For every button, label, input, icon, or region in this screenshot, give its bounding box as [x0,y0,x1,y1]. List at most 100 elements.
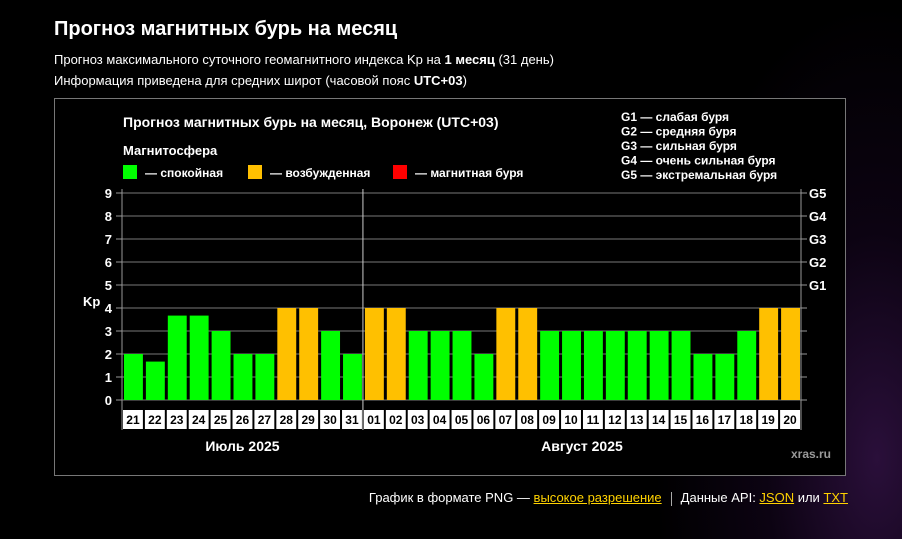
bar-02 [386,308,406,400]
legend-label-0: — спокойная [145,166,223,180]
subtitle-timezone-text: Информация приведена для средних широт (… [54,73,414,88]
y-tick-7: 7 [105,232,112,247]
y-tick-0: 0 [105,393,112,408]
x-label-21: 21 [126,413,140,427]
y-tick-2: 2 [105,347,112,362]
x-label-25: 25 [214,413,228,427]
bar-10 [562,331,581,400]
bar-08 [518,308,538,400]
footer-png-text: График в формате PNG — [368,490,534,505]
x-label-11: 11 [587,413,600,427]
bar-28 [277,308,297,400]
x-label-23: 23 [170,413,184,427]
x-label-10: 10 [564,413,578,427]
x-label-07: 07 [499,413,513,427]
x-label-26: 26 [236,413,250,427]
legend-label-2: — магнитная буря [415,166,523,180]
hires-link[interactable]: высокое разрешение [534,490,662,505]
y-tick-9: 9 [105,186,112,201]
footer-or-text: или [794,490,824,505]
legend-swatch-2 [393,165,407,179]
bar-09 [540,331,560,400]
bar-07 [496,308,516,400]
x-label-16: 16 [696,413,710,427]
bar-17 [715,354,735,400]
bar-24 [189,315,209,400]
x-label-22: 22 [148,413,162,427]
bar-11 [583,331,603,400]
storm-tick-G1: G1 [809,278,826,293]
bar-31 [343,354,362,400]
watermark: xras.ru [791,447,831,461]
footer-separator [670,491,672,506]
bar-18 [737,331,757,400]
bar-27 [255,354,275,400]
x-label-27: 27 [258,413,272,427]
legend-label-1: — возбужденная [270,166,370,180]
bar-14 [649,331,669,400]
chart-frame: Прогноз магнитных бурь на месяц, Воронеж… [54,98,846,476]
month-label-0: Июль 2025 [205,438,279,454]
bar-26 [233,354,253,400]
bar-23 [167,315,187,400]
storm-tick-G2: G2 [809,255,826,270]
storm-scale-item-0: G1 — слабая буря [621,110,729,124]
x-label-14: 14 [652,413,666,427]
footer: График в формате PNG — высокое разрешени… [369,490,848,506]
subtitle-forecast: Прогноз максимального суточного геомагни… [54,52,554,67]
y-axis-label: Kp [83,294,100,309]
bar-16 [693,354,713,400]
x-label-03: 03 [411,413,425,427]
x-label-09: 09 [542,413,556,427]
x-label-29: 29 [301,413,315,427]
chart-title: Прогноз магнитных бурь на месяц, Воронеж… [123,114,499,130]
footer-api-label: Данные API: [680,490,760,505]
x-label-31: 31 [345,413,359,427]
x-label-01: 01 [367,413,381,427]
x-label-20: 20 [783,413,797,427]
storm-scale-item-1: G2 — средняя буря [621,125,737,139]
bar-22 [145,361,165,400]
kp-forecast-chart: Прогноз магнитных бурь на месяц, Воронеж… [55,99,845,475]
y-tick-4: 4 [105,301,113,316]
subtitle-timezone-close: ) [462,73,467,88]
subtitle-forecast-days: (31 день) [494,52,554,67]
bar-06 [474,354,494,400]
json-link[interactable]: JSON [759,490,794,505]
x-label-30: 30 [323,413,337,427]
bar-03 [408,331,428,400]
txt-link[interactable]: TXT [823,490,848,505]
y-tick-8: 8 [105,209,112,224]
x-label-04: 04 [433,413,447,427]
bar-29 [299,308,319,400]
x-label-12: 12 [608,413,622,427]
y-tick-3: 3 [105,324,112,339]
y-tick-1: 1 [105,370,112,385]
x-label-15: 15 [674,413,688,427]
storm-scale-item-3: G4 — очень сильная буря [621,154,776,168]
storm-tick-G4: G4 [809,209,827,224]
subtitle-timezone: Информация приведена для средних широт (… [54,73,467,88]
x-label-02: 02 [389,413,403,427]
bar-12 [605,331,625,400]
month-label-1: Август 2025 [541,438,623,454]
x-label-13: 13 [630,413,644,427]
subtitle-forecast-text: Прогноз максимального суточного геомагни… [54,52,445,67]
y-tick-6: 6 [105,255,112,270]
bar-20 [781,308,800,400]
x-label-17: 17 [718,413,732,427]
subtitle-forecast-period: 1 месяц [444,52,495,67]
bar-25 [211,331,231,400]
storm-tick-G3: G3 [809,232,826,247]
bar-13 [627,331,647,400]
x-label-18: 18 [740,413,754,427]
bar-05 [452,331,472,400]
legend: — спокойная — возбужденная — магнитная бур… [123,165,523,180]
y-tick-5: 5 [105,278,112,293]
x-label-19: 19 [761,413,775,427]
legend-title: Магнитосфера [123,143,218,158]
bar-01 [364,308,384,400]
storm-scale-item-4: G5 — экстремальная буря [621,168,777,182]
bar-30 [321,331,341,400]
legend-swatch-1 [248,165,262,179]
